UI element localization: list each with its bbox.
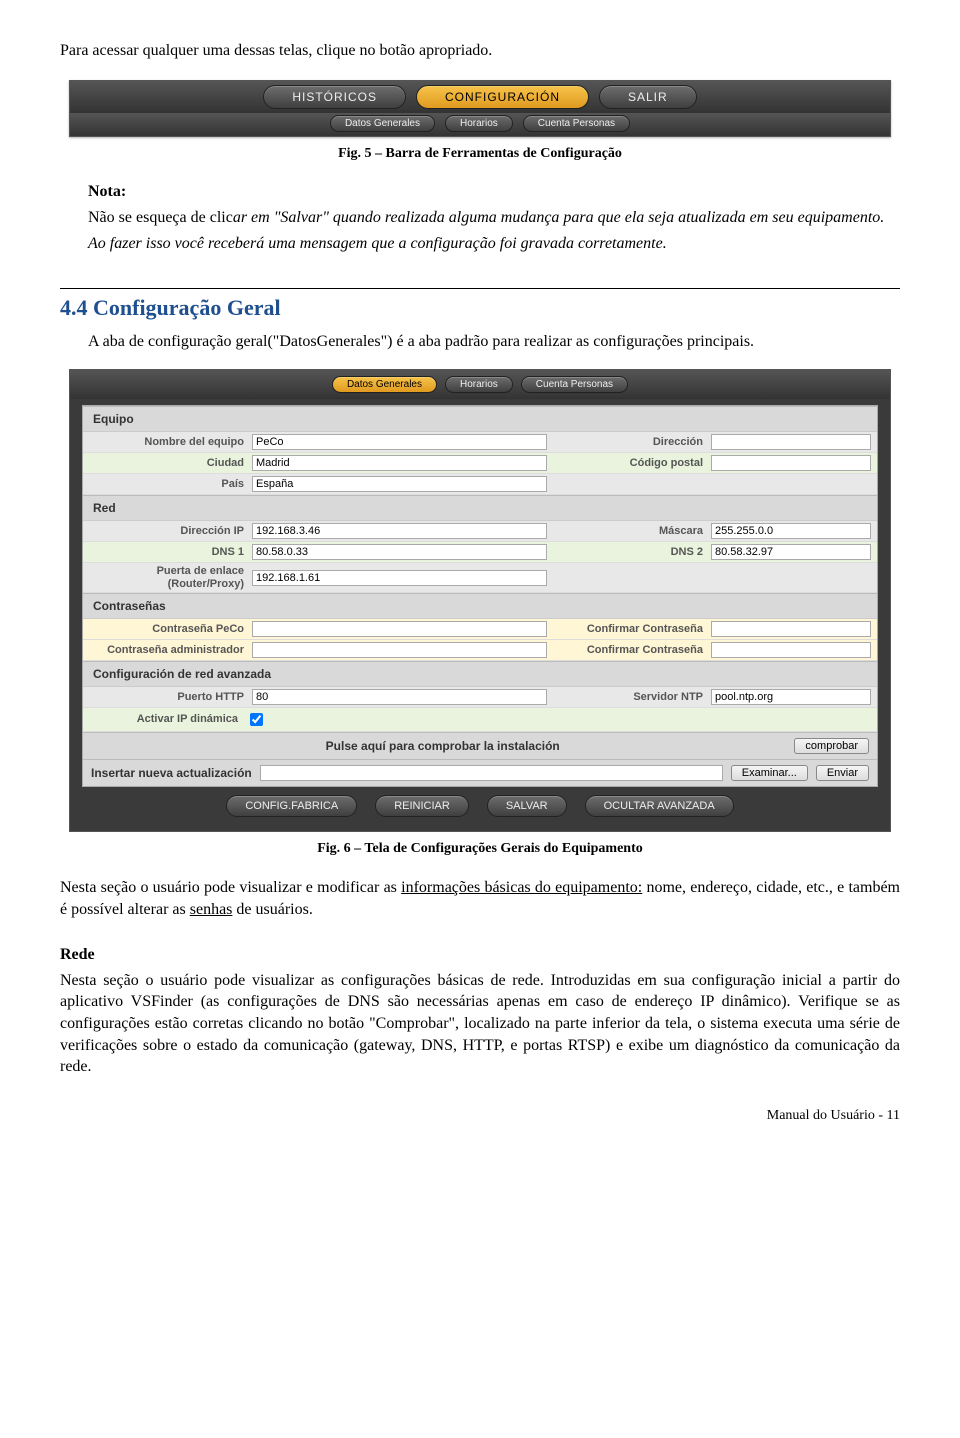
label-mask: Máscara	[563, 525, 711, 537]
btn-config-fabrica[interactable]: CONFIG.FABRICA	[226, 795, 357, 817]
nota-line2: Ao fazer isso você receberá uma mensagem…	[88, 233, 900, 255]
section-divider	[60, 288, 900, 289]
config-subtab-datos[interactable]: Datos Generales	[332, 376, 437, 393]
group-avanzada-header: Configuración de red avanzada	[83, 661, 877, 687]
input-pass-admin[interactable]	[252, 642, 547, 658]
row-gateway: Puerta de enlace (Router/Proxy)	[83, 563, 877, 593]
input-ip[interactable]	[252, 523, 547, 539]
row-dynip: Activar IP dinámica	[83, 708, 877, 732]
row-nombre: Nombre del equipo Dirección	[83, 432, 877, 453]
row-pais: País	[83, 474, 877, 495]
config-subtab-horarios[interactable]: Horarios	[445, 376, 513, 393]
p6a: Nesta seção o usuário pode visualizar e …	[60, 879, 401, 896]
input-ntp[interactable]	[711, 689, 871, 705]
p6c: de usuários.	[232, 901, 312, 918]
comprobar-button[interactable]: comprobar	[794, 738, 869, 754]
label-dns1: DNS 1	[89, 546, 252, 559]
nota-line1-italic: ar em "Salvar" quando realizada alguma m…	[233, 209, 884, 226]
update-label: Insertar nueva actualización	[91, 766, 252, 780]
label-nombre: Nombre del equipo	[89, 436, 252, 449]
group-red-header: Red	[83, 495, 877, 521]
config-subtabs: Datos Generales Horarios Cuenta Personas	[70, 370, 890, 399]
nota-line1-plain: Não se esqueça de clic	[88, 209, 233, 226]
fig5-caption: Fig. 5 – Barra de Ferramentas de Configu…	[60, 145, 900, 164]
input-gateway[interactable]	[252, 570, 547, 586]
toolbar-main-row: HISTÓRICOS CONFIGURACIÓN SALIR	[70, 81, 890, 113]
input-pass-admin-confirm[interactable]	[711, 642, 871, 658]
row-pass-admin: Contraseña administrador Confirmar Contr…	[83, 640, 877, 661]
row-install-check: Pulse aquí para comprobar la instalación…	[83, 732, 877, 759]
tab-salir[interactable]: SALIR	[599, 85, 697, 109]
input-http[interactable]	[252, 689, 547, 705]
subtab-horarios[interactable]: Horarios	[445, 115, 513, 132]
label-cp: Código postal	[563, 457, 711, 469]
page-footer: Manual do Usuário - 11	[60, 1108, 900, 1124]
section-44-title: 4.4 Configuração Geral	[60, 295, 900, 321]
section-44-paragraph: A aba de configuração geral("DatosGenera…	[88, 331, 900, 353]
row-http: Puerto HTTP Servidor NTP	[83, 687, 877, 708]
label-pass-admin: Contraseña administrador	[89, 644, 252, 657]
input-update-file[interactable]	[260, 765, 723, 781]
tab-configuracion[interactable]: CONFIGURACIÓN	[416, 85, 589, 109]
config-figure: Datos Generales Horarios Cuenta Personas…	[69, 369, 891, 832]
label-pass-admin-confirm: Confirmar Contraseña	[563, 644, 711, 656]
input-cp[interactable]	[711, 455, 871, 471]
row-dns: DNS 1 DNS 2	[83, 542, 877, 563]
row-ip: Dirección IP Máscara	[83, 521, 877, 542]
label-dynip: Activar IP dinámica	[83, 713, 246, 726]
config-body: Equipo Nombre del equipo Dirección Ciuda…	[82, 405, 878, 787]
tab-historicos[interactable]: HISTÓRICOS	[263, 85, 406, 109]
bottom-buttons: CONFIG.FABRICA REINICIAR SALVAR OCULTAR …	[70, 787, 890, 817]
label-dns2: DNS 2	[563, 546, 711, 558]
row-pass-peco: Contraseña PeCo Confirmar Contraseña	[83, 619, 877, 640]
subtab-datos-generales[interactable]: Datos Generales	[330, 115, 435, 132]
row-update: Insertar nueva actualización Examinar...…	[83, 759, 877, 786]
label-http: Puerto HTTP	[89, 691, 252, 704]
nota-label: Nota:	[88, 181, 900, 203]
label-ntp: Servidor NTP	[563, 691, 711, 703]
btn-ocultar-avanzada[interactable]: OCULTAR AVANZADA	[585, 795, 734, 817]
toolbar-figure: HISTÓRICOS CONFIGURACIÓN SALIR Datos Gen…	[69, 80, 891, 137]
label-pass-peco: Contraseña PeCo	[89, 623, 252, 636]
btn-salvar[interactable]: SALVAR	[487, 795, 567, 817]
fig6-caption: Fig. 6 – Tela de Configurações Gerais do…	[60, 840, 900, 859]
enviar-button[interactable]: Enviar	[816, 765, 869, 781]
para-after-fig6: Nesta seção o usuário pode visualizar e …	[60, 877, 900, 920]
subtab-cuenta-personas[interactable]: Cuenta Personas	[523, 115, 630, 132]
label-pass-peco-confirm: Confirmar Contraseña	[563, 623, 711, 635]
input-direccion[interactable]	[711, 434, 871, 450]
intro-paragraph: Para acessar qualquer uma dessas telas, …	[60, 40, 900, 62]
p6u2: senhas	[190, 901, 233, 918]
label-ip: Dirección IP	[89, 525, 252, 538]
nota-line1: Não se esqueça de clicar em "Salvar" qua…	[88, 207, 900, 229]
label-ciudad: Ciudad	[89, 457, 252, 470]
input-dns2[interactable]	[711, 544, 871, 560]
p6u1: informações básicas do equipamento:	[401, 879, 642, 896]
checkbox-dynip[interactable]	[250, 713, 263, 726]
row-ciudad: Ciudad Código postal	[83, 453, 877, 474]
input-nombre[interactable]	[252, 434, 547, 450]
input-mask[interactable]	[711, 523, 871, 539]
install-msg: Pulse aquí para comprobar la instalación	[91, 739, 794, 753]
label-direccion: Dirección	[563, 436, 711, 448]
group-contrasenas-header: Contraseñas	[83, 593, 877, 619]
toolbar-sub-row: Datos Generales Horarios Cuenta Personas	[70, 113, 890, 136]
rede-title: Rede	[60, 944, 900, 966]
rede-body: Nesta seção o usuário pode visualizar as…	[60, 970, 900, 1078]
btn-reiniciar[interactable]: REINICIAR	[375, 795, 469, 817]
config-subtab-cuenta[interactable]: Cuenta Personas	[521, 376, 628, 393]
group-equipo-header: Equipo	[83, 406, 877, 432]
input-dns1[interactable]	[252, 544, 547, 560]
examinar-button[interactable]: Examinar...	[731, 765, 808, 781]
input-ciudad[interactable]	[252, 455, 547, 471]
label-pais: País	[89, 478, 252, 491]
input-pass-peco-confirm[interactable]	[711, 621, 871, 637]
input-pass-peco[interactable]	[252, 621, 547, 637]
label-gateway: Puerta de enlace (Router/Proxy)	[89, 565, 252, 590]
input-pais[interactable]	[252, 476, 547, 492]
